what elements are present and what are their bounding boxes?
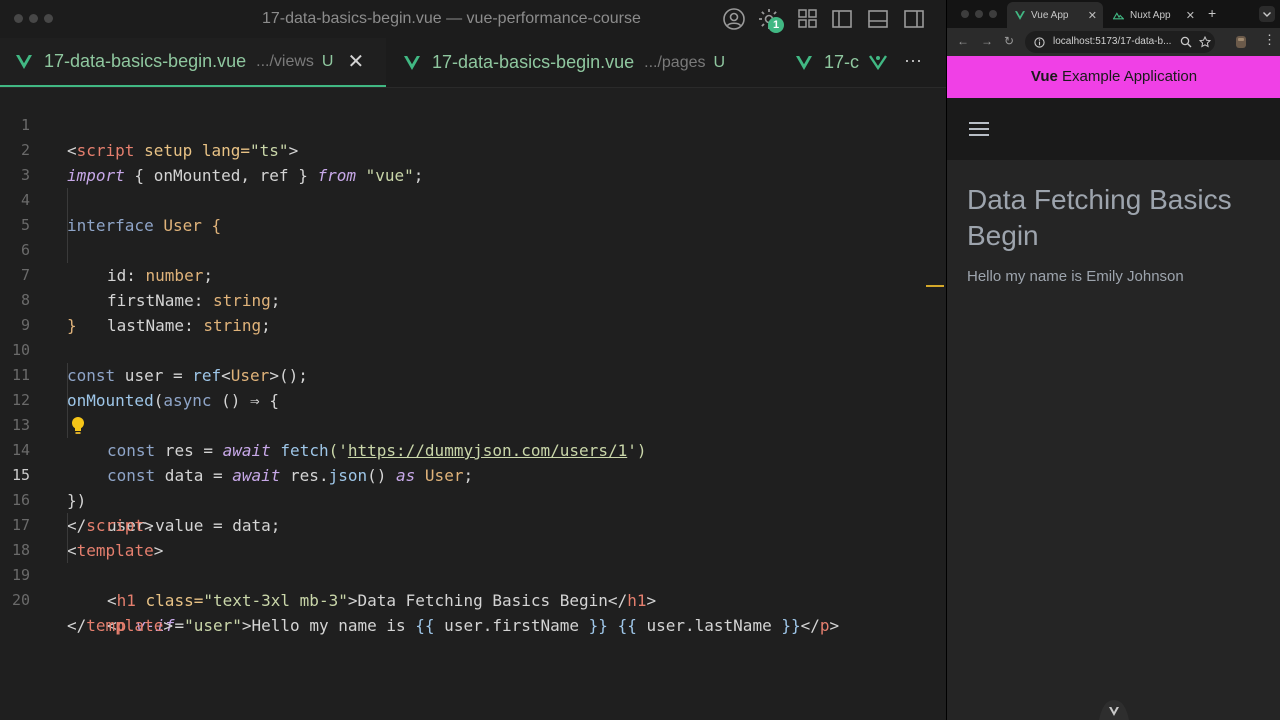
toggle-panel-icon[interactable] (866, 7, 890, 31)
code-line: 3 (0, 138, 946, 184)
close-tab-icon[interactable]: ✕ (1088, 9, 1097, 22)
vue-file-icon (404, 55, 420, 70)
code-line: 17 <template> (0, 488, 946, 560)
minimize-window-dot[interactable] (975, 10, 983, 18)
code-line: 9 (0, 288, 946, 334)
toggle-primary-sidebar-icon[interactable] (830, 7, 854, 31)
new-tab-button[interactable]: + (1208, 5, 1216, 21)
code-line: 19 <p v-if="user">Hello my name is {{ us… (0, 538, 946, 635)
greeting-text: Hello my name is Emily Johnson (967, 268, 1184, 285)
browser-toolbar: ← → ↻ localhost:5173/17-data-b... ⋮ (947, 28, 1280, 56)
zoom-window-dot[interactable] (989, 10, 997, 18)
account-icon[interactable] (722, 7, 746, 31)
nuxt-favicon-icon (1113, 11, 1124, 19)
untracked-badge: U (321, 52, 334, 70)
line-number: 20 (11, 591, 30, 609)
app-header-banner: Vue Example Application (947, 56, 1280, 98)
vue-file-icon (16, 54, 32, 69)
hamburger-menu-icon[interactable] (969, 122, 989, 136)
page-heading: Data Fetching Basics Begin (967, 184, 1232, 251)
browser-window: Vue App ✕ Nuxt App ✕ + ← → ↻ localhost:5… (946, 0, 1280, 720)
vue-file-icon (796, 55, 812, 70)
code-line: 18 <h1 class="text-3xl mb-3">Data Fetchi… (0, 513, 946, 610)
code-line: 10 const user = ref<User>(); (0, 313, 946, 385)
toggle-secondary-sidebar-icon[interactable] (902, 7, 926, 31)
code-line: 5 id: number; (0, 188, 946, 285)
code-line: 20 </template> (0, 563, 946, 635)
vue-devtools-toggle-icon[interactable] (1099, 698, 1129, 720)
code-line: 1 <script setup lang="ts"> (0, 88, 946, 160)
code-line: 8 } (0, 263, 946, 335)
browser-tab-title: Vue App (1031, 9, 1069, 21)
bookmark-star-icon[interactable] (1199, 36, 1211, 48)
close-tab-icon[interactable]: ✕ (347, 49, 364, 74)
site-info-icon[interactable] (1034, 37, 1045, 48)
code-line: 11 onMounted(async () ⇒ { (0, 338, 946, 410)
untracked-badge: U (713, 53, 726, 71)
header-title: Example Application (1057, 68, 1198, 85)
tab-truncated-file[interactable]: 17-c (796, 38, 859, 87)
extension-icon[interactable] (1235, 35, 1247, 49)
nuxt-devtools-icon[interactable] (868, 52, 888, 72)
window-title: 17-data-basics-begin.vue — vue-performan… (262, 10, 641, 27)
code-line: 12 const res = await fetch('https://dumm… (0, 363, 946, 460)
header-brand: Vue (1030, 68, 1058, 85)
zoom-magnifier-icon[interactable] (1180, 36, 1192, 48)
code-line: 14 user.value = data; (0, 413, 946, 535)
editor-tab-bar: 17-data-basics-begin.vue .../views U ✕ 1… (0, 38, 946, 88)
app-content: Data Fetching Basics Begin Hello my name… (947, 160, 1280, 720)
minimize-window-dot[interactable] (29, 14, 38, 23)
tab-filename: 17-data-basics-begin.vue (432, 52, 635, 72)
code-line-current: 15 }) (0, 438, 946, 510)
customize-layout-icon[interactable] (796, 7, 820, 31)
url-text: localhost:5173/17-data-b... (1053, 36, 1172, 47)
scrollbar-change-marker (926, 285, 944, 287)
browser-tab-nuxt-app[interactable]: Nuxt App ✕ (1105, 2, 1201, 28)
browser-tab-vue-app[interactable]: Vue App ✕ (1007, 2, 1103, 28)
browser-tab-strip: Vue App ✕ Nuxt App ✕ + (947, 0, 1280, 28)
app-nav-bar (947, 98, 1280, 160)
code-area[interactable]: 1 <script setup lang="ts"> 2 import { on… (0, 88, 946, 720)
editor-titlebar: 17-data-basics-begin.vue — vue-performan… (0, 0, 946, 38)
code-line: 6 firstName: string; (0, 213, 946, 310)
address-bar[interactable]: localhost:5173/17-data-b... (1025, 31, 1215, 53)
code-line: 4 interface User { (0, 163, 946, 235)
reload-icon[interactable]: ↻ (1004, 34, 1014, 48)
lightbulb-quick-fix-icon[interactable] (70, 416, 86, 435)
close-window-dot[interactable] (961, 10, 969, 18)
tab-search-chevron-icon[interactable] (1259, 6, 1275, 22)
close-tab-icon[interactable]: ✕ (1186, 9, 1195, 22)
code-line: 13 const data = await res.json() as User… (0, 388, 946, 485)
forward-arrow-icon[interactable]: → (981, 34, 993, 48)
code-line: 2 import { onMounted, ref } from "vue"; (0, 113, 946, 185)
vue-favicon-icon (1015, 10, 1025, 20)
settings-update-badge: 1 (768, 17, 784, 33)
browser-tab-title: Nuxt App (1130, 9, 1171, 21)
code-editor-window: 17-data-basics-begin.vue — vue-performan… (0, 0, 946, 720)
tab-filename: 17-data-basics-begin.vue (44, 51, 247, 71)
more-actions-icon[interactable]: ··· (904, 50, 922, 71)
tab-pages-file[interactable]: 17-data-basics-begin.vue .../pages U (404, 38, 725, 87)
browser-menu-icon[interactable]: ⋮ (1263, 32, 1276, 48)
code-line: 7 lastName: string; (0, 238, 946, 335)
zoom-window-dot[interactable] (44, 14, 53, 23)
code-line: 16 </script> (0, 463, 946, 535)
tab-filename: 17-c (824, 52, 860, 72)
tab-views-file[interactable]: 17-data-basics-begin.vue .../views U ✕ (0, 38, 386, 87)
tab-path: .../views (256, 52, 314, 70)
tab-path: .../pages (644, 53, 706, 71)
back-arrow-icon[interactable]: ← (957, 34, 969, 48)
close-window-dot[interactable] (14, 14, 23, 23)
